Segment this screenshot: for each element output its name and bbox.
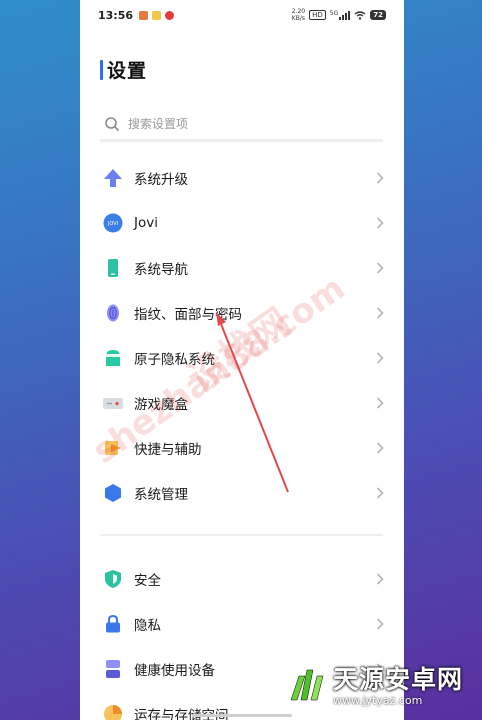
network-speed: 2.20 KB/s xyxy=(291,8,306,22)
chevron-right-icon xyxy=(376,572,384,585)
settings-item-label: 系统管理 xyxy=(134,486,188,503)
settings-item-system-upgrade[interactable]: 系统升级 xyxy=(80,155,404,200)
system-management-icon xyxy=(102,482,124,504)
settings-item-label: 原子隐私系统 xyxy=(134,351,215,368)
page-header: 设置 xyxy=(100,56,147,83)
fingerprint-icon xyxy=(102,302,124,324)
brand-watermark: 天源安卓网 www.jytyaz.com xyxy=(285,660,463,707)
search-bar[interactable] xyxy=(100,108,383,142)
privacy-lock-icon xyxy=(102,613,124,635)
settings-item-shortcuts-accessibility[interactable]: 快捷与辅助 xyxy=(80,425,404,470)
chevron-right-icon xyxy=(376,441,384,454)
chevron-right-icon xyxy=(376,351,384,364)
settings-item-label: 隐私 xyxy=(134,617,161,634)
page-title: 设置 xyxy=(107,60,148,82)
settings-item-label: 安全 xyxy=(134,572,161,589)
chevron-right-icon xyxy=(376,617,384,630)
settings-item-atomic-privacy[interactable]: 原子隐私系统 xyxy=(80,335,404,380)
privacy-system-icon xyxy=(102,347,124,369)
status-bar: 13:56 2.20 KB/s HD 5G 72 xyxy=(80,0,404,30)
notification-app-icon xyxy=(152,10,162,20)
chevron-right-icon xyxy=(376,486,384,499)
settings-item-game-box[interactable]: 游戏魔盒 xyxy=(80,380,404,425)
brand-url: www.jytyaz.com xyxy=(333,694,423,707)
signal-icon: 5G xyxy=(330,10,351,20)
upgrade-arrow-icon xyxy=(102,167,124,189)
brand-name: 天源安卓网 xyxy=(333,665,464,694)
settings-item-jovi[interactable]: JOVI Jovi xyxy=(80,200,404,245)
notification-app-icon xyxy=(165,10,175,20)
chevron-right-icon xyxy=(376,216,384,229)
hd-badge: HD xyxy=(309,10,326,20)
storage-icon xyxy=(102,703,124,720)
svg-text:JOVI: JOVI xyxy=(107,221,118,227)
settings-group-1: 系统升级 JOVI Jovi 系统导航 指纹、面部与密码 原子隐私系统 游戏魔盒… xyxy=(80,155,404,515)
security-shield-icon xyxy=(102,568,124,590)
chevron-right-icon xyxy=(376,171,384,184)
status-time: 13:56 xyxy=(98,8,134,22)
settings-item-label: 游戏魔盒 xyxy=(134,396,188,413)
settings-item-label: 运存与存储空间 xyxy=(134,707,229,720)
brand-logo-icon xyxy=(290,669,324,700)
settings-item-label: 指纹、面部与密码 xyxy=(134,306,242,323)
chevron-right-icon xyxy=(376,306,384,319)
notification-app-icon xyxy=(139,10,149,20)
shortcut-icon xyxy=(102,437,124,459)
title-accent-bar xyxy=(100,59,103,80)
status-indicators: 2.20 KB/s HD 5G 72 xyxy=(292,8,386,22)
settings-item-label: 快捷与辅助 xyxy=(134,441,202,458)
game-box-icon xyxy=(102,392,124,414)
search-icon xyxy=(105,116,119,131)
search-input[interactable] xyxy=(128,116,368,131)
settings-item-fingerprint-face-password[interactable]: 指纹、面部与密码 xyxy=(80,290,404,335)
section-divider xyxy=(100,534,383,536)
settings-item-privacy[interactable]: 隐私 xyxy=(80,601,404,646)
settings-item-label: Jovi xyxy=(134,214,158,231)
settings-screen: 13:56 2.20 KB/s HD 5G 72 设置 搜索设置项 系统升级 J… xyxy=(80,0,404,720)
hourglass-icon xyxy=(102,658,124,680)
settings-item-system-navigation[interactable]: 系统导航 xyxy=(80,245,404,290)
chevron-right-icon xyxy=(376,396,384,409)
settings-item-system-management[interactable]: 系统管理 xyxy=(80,470,404,515)
chevron-right-icon xyxy=(376,261,384,274)
wifi-icon xyxy=(354,10,366,20)
settings-item-security[interactable]: 安全 xyxy=(80,556,404,601)
battery-indicator: 72 xyxy=(370,10,386,20)
settings-item-label: 系统升级 xyxy=(134,171,188,188)
jovi-icon: JOVI xyxy=(102,212,124,234)
phone-navigation-icon xyxy=(102,257,124,279)
home-indicator xyxy=(192,714,292,717)
settings-item-label: 系统导航 xyxy=(134,261,188,278)
settings-item-label: 健康使用设备 xyxy=(134,662,215,679)
